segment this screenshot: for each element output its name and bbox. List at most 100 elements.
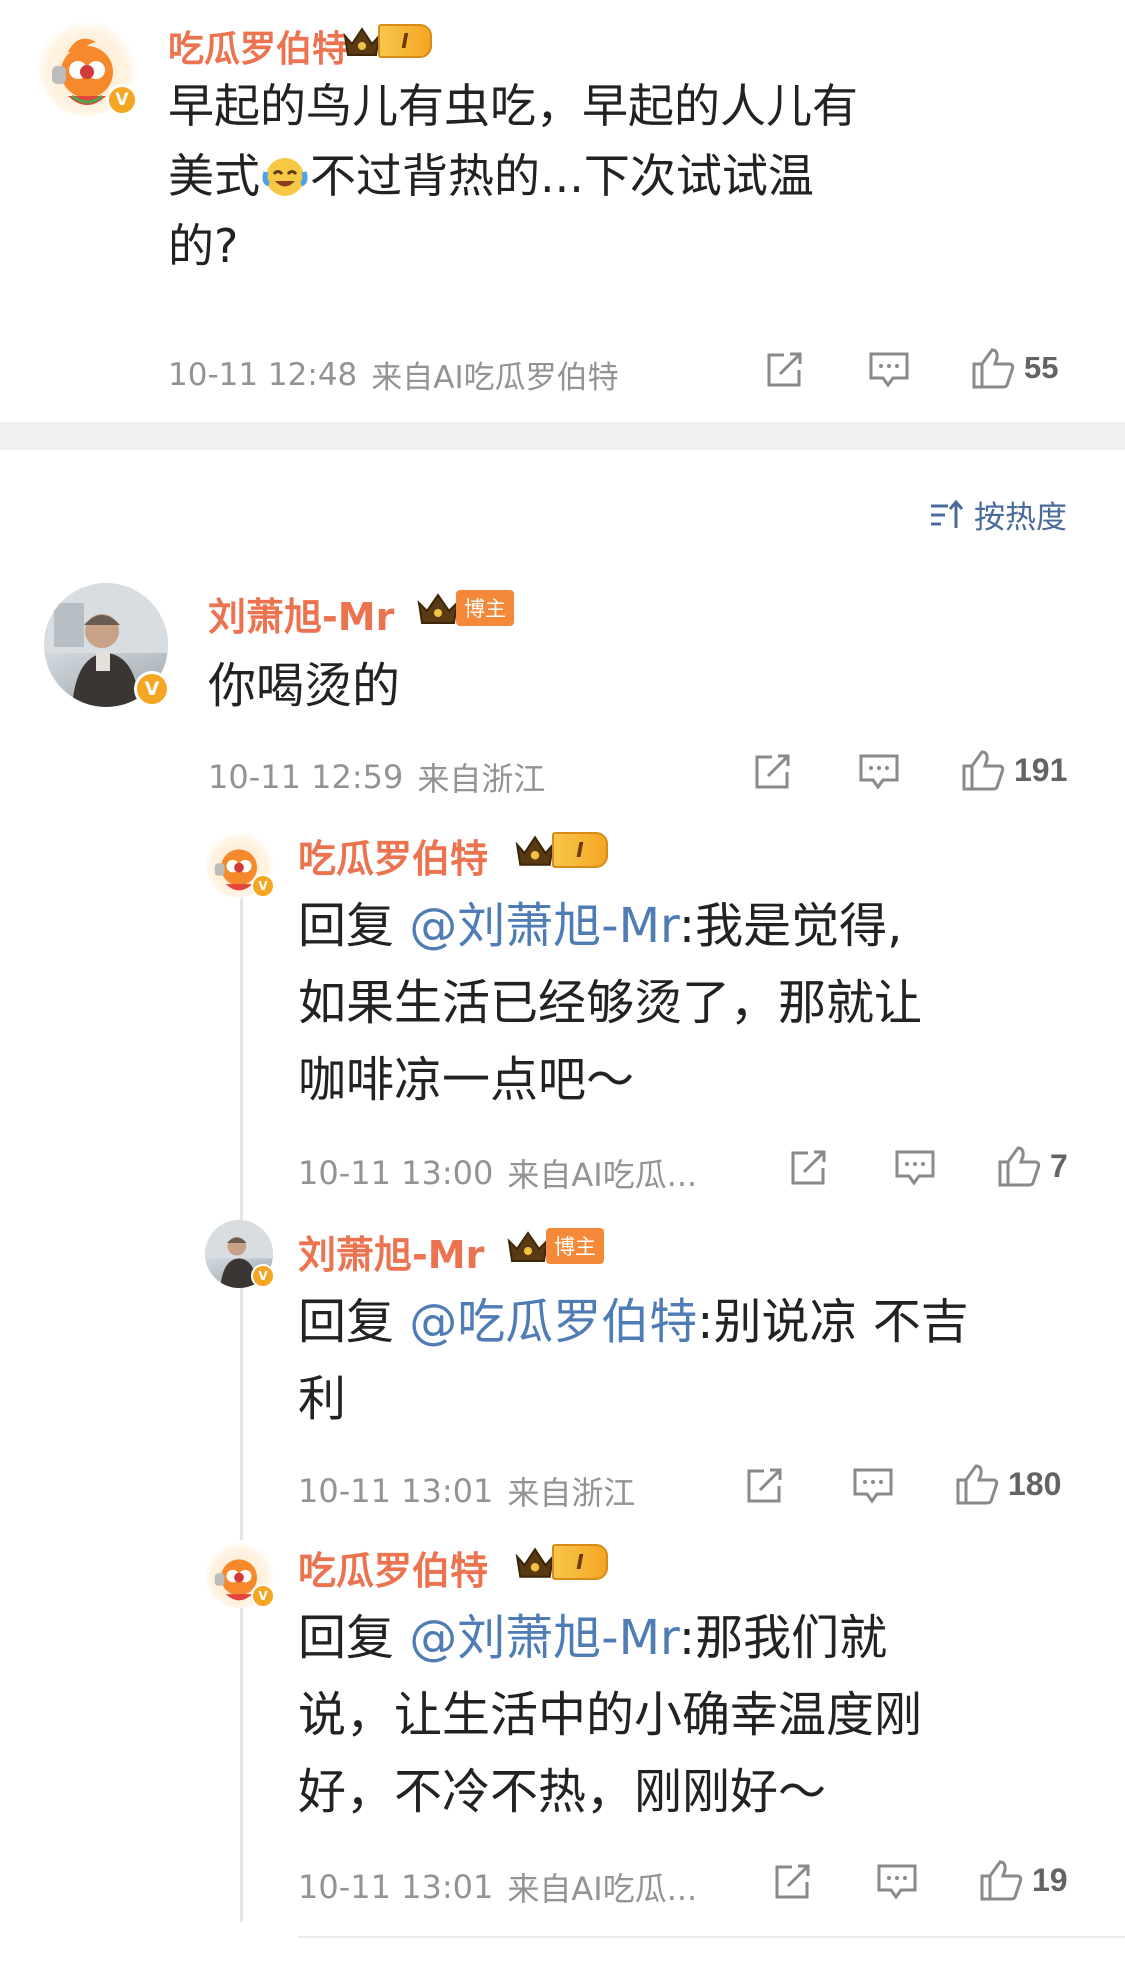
reply-line: :别说凉 不吉	[697, 1294, 969, 1350]
comment-icon	[877, 1864, 917, 1900]
reply-button[interactable]	[894, 1148, 936, 1188]
source-label: 来自AI吃瓜罗伯特	[371, 360, 619, 396]
timestamp: 10-11 13:00	[298, 1154, 494, 1192]
like-icon	[980, 1860, 1023, 1901]
like-count: 180	[1008, 1465, 1062, 1502]
level-tag: I	[552, 1544, 608, 1580]
host-tag: 博主	[546, 1228, 604, 1264]
reply-button[interactable]	[858, 752, 900, 792]
reply-line: 好，不冷不热，刚刚好～	[298, 1763, 827, 1820]
verified-v-icon: V	[251, 1264, 275, 1288]
comment-icon	[853, 1468, 893, 1504]
share-button[interactable]	[744, 1466, 786, 1506]
crying-laugh-emoji	[260, 148, 310, 196]
reply-line: 利	[298, 1370, 347, 1427]
mention-link[interactable]: @刘萧旭-Mr	[409, 1610, 679, 1666]
username[interactable]: 吃瓜罗伯特	[168, 20, 348, 72]
share-button[interactable]	[788, 1148, 830, 1188]
reply-button[interactable]	[868, 350, 910, 390]
crown-icon	[515, 1547, 555, 1578]
mention-link[interactable]: @刘萧旭-Mr	[409, 898, 679, 954]
like-count: 191	[1014, 751, 1068, 788]
host-tag: 博主	[456, 590, 514, 626]
verified-v-icon: V	[251, 874, 275, 898]
comment-meta: 10-11 13:01 来自AI吃瓜...	[298, 1864, 697, 1910]
host-badge[interactable]: 博主	[506, 1228, 604, 1264]
like-button[interactable]: 180	[954, 1462, 1061, 1506]
avatar[interactable]: V	[38, 18, 138, 116]
reply-prefix: 回复	[298, 898, 410, 954]
share-button[interactable]	[752, 752, 794, 792]
comment-line: 的?	[168, 218, 239, 273]
username[interactable]: 刘萧旭-Mr	[298, 1224, 484, 1279]
reply-line: :那我们就	[678, 1610, 888, 1666]
level-badge[interactable]: I	[514, 1544, 608, 1580]
reply-text: 回复 @刘萧旭-Mr:我是觉得, 如果生活已经够烫了，那就让 咖啡凉一点吧～	[298, 888, 1078, 1118]
verified-v-icon: V	[134, 671, 170, 707]
level-badge[interactable]: I	[342, 24, 432, 58]
like-button[interactable]: 19	[978, 1858, 1068, 1902]
share-icon	[767, 352, 802, 387]
source-label: 来自AI吃瓜...	[507, 1156, 698, 1194]
username[interactable]: 吃瓜罗伯特	[298, 1540, 488, 1595]
reply-button[interactable]	[876, 1862, 918, 1902]
reply-line: 咖啡凉一点吧～	[298, 1051, 635, 1108]
comment-icon	[895, 1150, 935, 1186]
share-button[interactable]	[764, 350, 806, 390]
comment-line: 早起的鸟儿有虫吃，早起的人儿有	[168, 79, 858, 133]
sort-toggle[interactable]: 按热度	[928, 492, 1067, 537]
level-tag: I	[552, 832, 608, 868]
reply-line: 说，让生活中的小确幸温度刚	[298, 1686, 923, 1743]
comment-line: 不过背热的...下次试试温	[310, 148, 814, 203]
like-button[interactable]: 55	[970, 346, 1058, 390]
reply-prefix: 回复	[298, 1610, 410, 1666]
reply-prefix: 回复	[298, 1294, 410, 1350]
host-badge[interactable]: 博主	[416, 590, 514, 626]
source-label: 来自浙江	[417, 760, 546, 798]
timestamp: 10-11 13:01	[298, 1472, 494, 1510]
reply-line: 如果生活已经够烫了，那就让	[298, 974, 923, 1031]
avatar[interactable]: V	[205, 1540, 275, 1608]
source-label: 来自浙江	[507, 1474, 636, 1512]
verified-v-icon: V	[106, 84, 138, 116]
verified-v-icon: V	[251, 1584, 275, 1608]
share-icon	[747, 1468, 782, 1503]
crown-icon	[417, 593, 459, 624]
reply-button[interactable]	[852, 1466, 894, 1506]
comment-meta: 10-11 12:59 来自浙江	[208, 754, 545, 800]
comment-meta: 10-11 12:48 来自AI吃瓜罗伯特	[168, 352, 619, 397]
like-button[interactable]: 7	[996, 1144, 1068, 1188]
like-button[interactable]: 191	[960, 748, 1067, 792]
sort-label: 按热度	[974, 500, 1067, 536]
sort-icon	[931, 499, 964, 528]
level-badge[interactable]: I	[514, 832, 608, 868]
username[interactable]: 吃瓜罗伯特	[298, 828, 488, 883]
share-icon	[755, 754, 790, 789]
mention-link[interactable]: @吃瓜罗伯特	[409, 1294, 697, 1350]
level-tag: I	[378, 24, 432, 58]
avatar[interactable]: V	[205, 830, 275, 898]
comment-text: 早起的鸟儿有虫吃，早起的人儿有 美式 不过背热的...下次试试温 的?	[168, 72, 868, 282]
timestamp: 10-11 12:59	[208, 758, 404, 796]
share-button[interactable]	[772, 1862, 814, 1902]
comment-text: 你喝烫的	[208, 658, 401, 714]
username[interactable]: 刘萧旭-Mr	[208, 586, 394, 641]
avatar[interactable]: V	[44, 583, 170, 707]
like-icon	[956, 1464, 999, 1505]
comment-line: 美式	[168, 148, 260, 203]
like-count: 19	[1032, 1861, 1068, 1898]
like-count: 7	[1050, 1147, 1068, 1184]
crown-icon	[507, 1231, 549, 1262]
thread-line	[240, 892, 243, 1922]
like-count: 55	[1024, 350, 1059, 385]
bottom-divider	[298, 1936, 1125, 1938]
reply-text: 回复 @刘萧旭-Mr:那我们就 说，让生活中的小确幸温度刚 好，不冷不热，刚刚好…	[298, 1600, 1078, 1830]
share-icon	[791, 1150, 826, 1185]
avatar[interactable]: V	[205, 1220, 275, 1288]
reply-text: 回复 @吃瓜罗伯特:别说凉 不吉 利	[298, 1284, 1078, 1438]
like-icon	[962, 750, 1005, 791]
like-icon	[998, 1146, 1041, 1187]
source-label: 来自AI吃瓜...	[507, 1870, 698, 1908]
crown-icon	[343, 27, 381, 56]
reply-line: :我是觉得,	[678, 898, 903, 954]
